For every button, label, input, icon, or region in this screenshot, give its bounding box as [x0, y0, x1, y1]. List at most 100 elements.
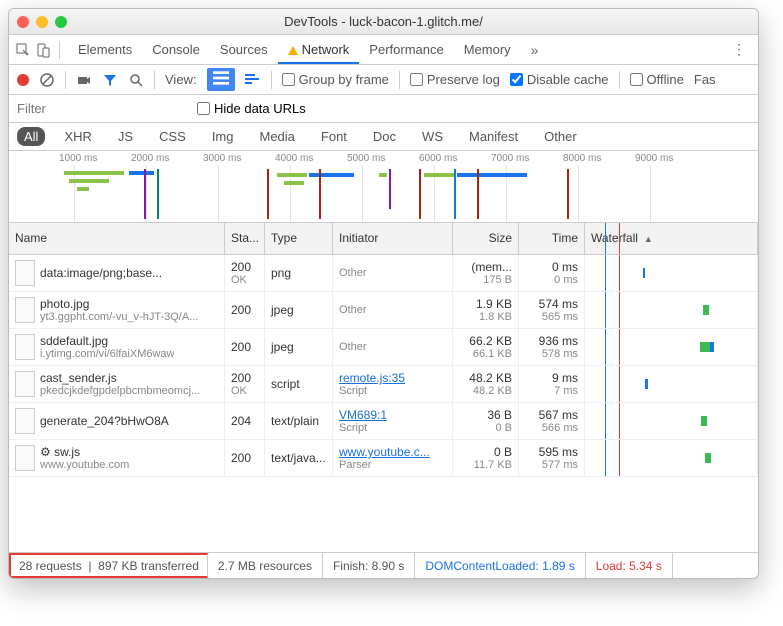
- resource-thumb: [15, 408, 35, 434]
- filter-manifest[interactable]: Manifest: [462, 127, 525, 146]
- tab-sources[interactable]: Sources: [210, 37, 278, 62]
- overview-icon[interactable]: [245, 72, 261, 88]
- tab-console[interactable]: Console: [142, 37, 210, 62]
- waterfall-cell: [585, 440, 758, 476]
- resource-thumb: [15, 371, 35, 397]
- more-tabs-icon[interactable]: »: [525, 38, 545, 62]
- table-row[interactable]: cast_sender.jspkedcjkdefgpdelpbcmbmeomcj…: [9, 366, 758, 403]
- filter-other[interactable]: Other: [537, 127, 584, 146]
- filter-font[interactable]: Font: [314, 127, 354, 146]
- initiator-type: Script: [339, 385, 446, 397]
- throttling-label[interactable]: Fas: [694, 72, 716, 87]
- status-text: OK: [231, 385, 258, 397]
- initiator-type: Script: [339, 422, 446, 434]
- table-row[interactable]: ⚙ sw.jswww.youtube.com200text/java...www…: [9, 440, 758, 477]
- filter-xhr[interactable]: XHR: [57, 127, 98, 146]
- transfer-size: (mem...: [459, 260, 512, 274]
- group-by-frame-checkbox[interactable]: Group by frame: [282, 72, 389, 87]
- col-initiator[interactable]: Initiator: [333, 223, 453, 254]
- waterfall-bar: [700, 342, 710, 352]
- inspect-icon[interactable]: [15, 42, 31, 58]
- load-line: [619, 223, 620, 254]
- table-row[interactable]: generate_204?bHwO8A204text/plainVM689:1S…: [9, 403, 758, 440]
- time: 936 ms: [525, 334, 578, 348]
- large-rows-icon[interactable]: [207, 68, 235, 91]
- latency: 578 ms: [525, 348, 578, 360]
- offline-checkbox[interactable]: Offline: [630, 72, 684, 87]
- latency: 7 ms: [525, 385, 578, 397]
- timeline-bar: [454, 169, 456, 219]
- filter-doc[interactable]: Doc: [366, 127, 403, 146]
- time: 567 ms: [525, 408, 578, 422]
- resource-domain: pkedcjkdefgpdelpbcmbmeomcj...: [40, 385, 200, 397]
- waterfall-cell: [585, 403, 758, 439]
- clear-icon[interactable]: [39, 72, 55, 88]
- table-row[interactable]: data:image/png;base...200OKpngOther(mem.…: [9, 255, 758, 292]
- waterfall-bar: [703, 305, 709, 315]
- tab-performance[interactable]: Performance: [359, 37, 453, 62]
- resource-size: 1.8 KB: [459, 311, 512, 323]
- camera-icon[interactable]: [76, 72, 92, 88]
- timeline-bar: [64, 171, 124, 175]
- latency: 0 ms: [525, 274, 578, 286]
- timeline-bar: [419, 169, 421, 219]
- tab-memory[interactable]: Memory: [454, 37, 521, 62]
- table-row[interactable]: sddefault.jpgi.ytimg.com/vi/6lfaiXM6waw2…: [9, 329, 758, 366]
- filter-js[interactable]: JS: [111, 127, 140, 146]
- col-status[interactable]: Sta...: [225, 223, 265, 254]
- tab-elements[interactable]: Elements: [68, 37, 142, 62]
- filter-css[interactable]: CSS: [152, 127, 193, 146]
- divider: [59, 41, 60, 59]
- col-type[interactable]: Type: [265, 223, 333, 254]
- gear-icon: ⚙: [40, 445, 54, 459]
- tab-network[interactable]: Network: [278, 37, 360, 64]
- filter-img[interactable]: Img: [205, 127, 241, 146]
- disable-cache-checkbox[interactable]: Disable cache: [510, 72, 609, 87]
- col-name[interactable]: Name: [9, 223, 225, 254]
- record-icon[interactable]: [17, 74, 29, 86]
- initiator[interactable]: www.youtube.c...: [339, 445, 446, 459]
- hide-data-urls-checkbox[interactable]: Hide data URLs: [197, 101, 306, 116]
- filter-icon[interactable]: [102, 72, 118, 88]
- initiator: Other: [339, 267, 446, 279]
- col-waterfall[interactable]: Waterfall▲: [585, 223, 758, 254]
- window-title: DevTools - luck-bacon-1.glitch.me/: [9, 14, 758, 29]
- waterfall-cell: [585, 292, 758, 328]
- timeline-bar: [277, 173, 307, 177]
- transfer-size: 48.2 KB: [459, 371, 512, 385]
- resource-size: 11.7 KB: [459, 459, 512, 471]
- col-time[interactable]: Time: [519, 223, 585, 254]
- initiator[interactable]: remote.js:35: [339, 371, 446, 385]
- status-code: 200: [231, 371, 258, 385]
- preserve-log-checkbox[interactable]: Preserve log: [410, 72, 500, 87]
- initiator-type: Parser: [339, 459, 446, 471]
- resource-thumb: [15, 297, 35, 323]
- resource-domain: i.ytimg.com/vi/6lfaiXM6waw: [40, 348, 174, 360]
- initiator[interactable]: VM689:1: [339, 408, 446, 422]
- device-icon[interactable]: [35, 42, 51, 58]
- filter-all[interactable]: All: [17, 127, 45, 146]
- status-text: OK: [231, 274, 258, 286]
- table-row[interactable]: photo.jpgyt3.ggpht.com/-vu_v-hJT-3Q/A...…: [9, 292, 758, 329]
- search-icon[interactable]: [128, 72, 144, 88]
- col-size[interactable]: Size: [453, 223, 519, 254]
- resource-name: photo.jpg: [40, 297, 198, 311]
- timeline-overview[interactable]: 1000 ms2000 ms3000 ms4000 ms5000 ms6000 …: [9, 151, 758, 223]
- filter-input[interactable]: [17, 101, 187, 116]
- filter-media[interactable]: Media: [252, 127, 301, 146]
- timeline-bar: [129, 171, 154, 175]
- resource-type: jpeg: [265, 329, 333, 365]
- filter-ws[interactable]: WS: [415, 127, 450, 146]
- resource-domain: yt3.ggpht.com/-vu_v-hJT-3Q/A...: [40, 311, 198, 323]
- timeline-bar: [424, 173, 454, 177]
- type-filters: All XHR JS CSS Img Media Font Doc WS Manifest Othe…: [9, 123, 758, 151]
- waterfall-cell: [585, 366, 758, 402]
- resource-size: 175 B: [459, 274, 512, 286]
- network-toolbar: View: Group by frame Preserve log Disabl…: [9, 65, 758, 95]
- resource-name: cast_sender.js: [40, 371, 200, 385]
- timeline-bar: [157, 169, 159, 219]
- filter-bar: Hide data URLs: [9, 95, 758, 123]
- timeline-bar: [379, 173, 387, 177]
- resource-type: script: [265, 366, 333, 402]
- menu-icon[interactable]: ⋮: [726, 37, 752, 62]
